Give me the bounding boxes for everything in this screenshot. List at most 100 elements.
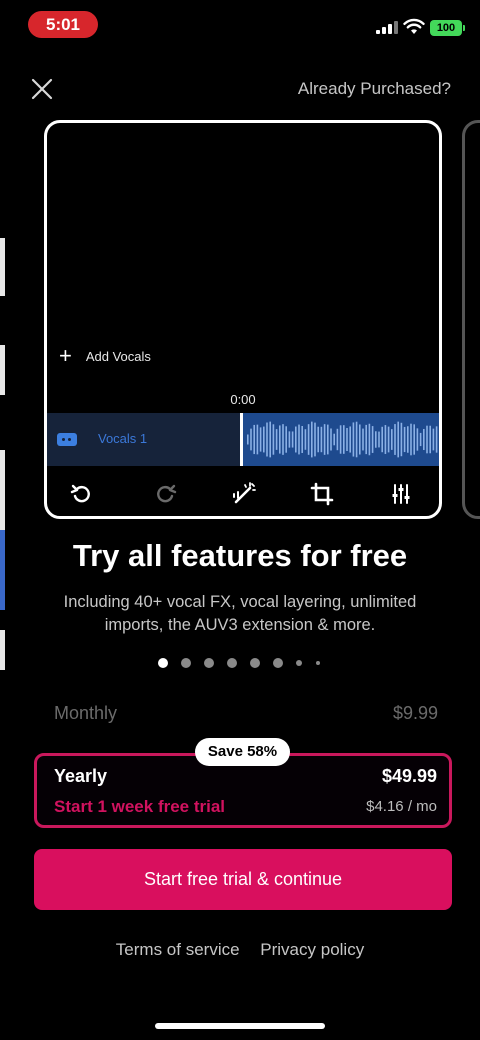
waveform-bar: [410, 423, 412, 456]
page-dot[interactable]: [158, 658, 168, 668]
next-preview-card[interactable]: [462, 120, 480, 519]
start-trial-button[interactable]: Start free trial & continue: [34, 849, 452, 910]
redo-icon[interactable]: [152, 481, 178, 507]
waveform-bar: [381, 426, 383, 453]
plus-icon: +: [59, 343, 72, 368]
waveform-bar: [317, 426, 319, 453]
add-vocals-label: Add Vocals: [85, 348, 151, 364]
status-bar: 5:01 100: [0, 0, 480, 50]
waveform-bar: [247, 434, 249, 445]
waveform-bar: [314, 422, 316, 457]
edit-toolbar: [47, 481, 439, 511]
waveform-bar: [400, 422, 403, 457]
background-sheet-edge: [0, 630, 5, 670]
page-dot[interactable]: [316, 661, 320, 665]
mixer-sliders-icon[interactable]: [390, 481, 416, 507]
waveform-bar: [403, 426, 406, 453]
already-purchased-link[interactable]: Already Purchased?: [298, 79, 451, 99]
waveform-bar: [320, 426, 323, 453]
plan-monthly-option[interactable]: Monthly $9.99: [34, 696, 452, 732]
feature-preview-card[interactable]: + Add Vocals 0:00 Vocals 1: [44, 120, 442, 519]
waveform-bar: [256, 424, 259, 455]
waveform-bar: [288, 431, 291, 448]
waveform-bar: [413, 424, 415, 455]
page-dot[interactable]: [250, 658, 260, 668]
waveform-bar: [323, 424, 326, 455]
waveform-bar: [339, 425, 342, 454]
waveform-bar: [253, 424, 255, 455]
waveform-bar: [291, 431, 294, 448]
waveform-bar: [330, 428, 332, 451]
waveform-bar: [250, 428, 252, 451]
headline: Try all features for free: [72, 538, 408, 573]
playhead[interactable]: [240, 413, 243, 466]
waveform-bar: [397, 421, 399, 458]
track-label: Vocals 1: [98, 431, 148, 446]
wifi-icon: [403, 18, 425, 34]
waveform-bar: [295, 426, 297, 453]
page-dot[interactable]: [296, 660, 302, 666]
add-vocals-button[interactable]: + Add Vocals: [59, 345, 151, 367]
subheadline: Including 40+ vocal FX, vocal layering, …: [63, 593, 417, 634]
crop-icon[interactable]: [309, 481, 335, 507]
waveform-bar: [333, 433, 335, 446]
waveform-bar: [371, 426, 374, 453]
waveform-bar: [426, 425, 428, 454]
waveform-bar: [368, 423, 371, 456]
page-dot[interactable]: [181, 658, 191, 668]
waveform-bar: [391, 429, 393, 450]
plan-price: $9.99: [392, 703, 438, 723]
waveform-bar: [384, 425, 387, 454]
home-indicator[interactable]: [155, 1023, 325, 1029]
waveform-bar: [301, 426, 303, 453]
plan-name: Monthly: [54, 703, 118, 723]
terms-link[interactable]: Terms of service: [116, 940, 240, 959]
save-badge: Save 58%: [195, 738, 290, 766]
waveform-bar: [311, 421, 313, 458]
waveform-bar: [432, 428, 435, 451]
waveform-bar: [416, 428, 419, 451]
waveform-bar: [423, 428, 425, 451]
battery-indicator: 100: [430, 20, 465, 36]
page-dot[interactable]: [227, 658, 237, 668]
plan-name: Yearly: [54, 766, 108, 786]
waveform-bar: [307, 424, 310, 455]
waveform-bar: [266, 422, 268, 457]
waveform-bar: [375, 431, 377, 448]
undo-icon[interactable]: [69, 481, 95, 507]
page-indicator: [158, 657, 333, 669]
waveform: [247, 421, 441, 458]
waveform-bar: [275, 429, 278, 450]
footer-links: Terms of service Privacy policy: [0, 940, 480, 960]
waveform-bar: [263, 426, 265, 453]
waveform-bar: [429, 425, 431, 454]
waveform-bar: [304, 429, 307, 450]
magic-wand-icon[interactable]: [231, 481, 257, 507]
close-icon[interactable]: [30, 77, 54, 101]
plan-price: $49.99: [381, 766, 437, 786]
waveform-bar: [343, 425, 345, 454]
waveform-bar: [269, 421, 271, 458]
trial-label: Start 1 week free trial: [54, 797, 226, 816]
background-sheet-edge: [0, 450, 5, 530]
waveform-bar: [407, 426, 409, 453]
waveform-bar: [378, 431, 380, 448]
waveform-bar: [439, 422, 441, 456]
playhead-timecode: 0:00: [230, 392, 256, 407]
waveform-bar: [298, 424, 300, 455]
waveform-bar: [352, 422, 355, 457]
waveform-bar: [346, 427, 348, 452]
waveform-bar: [336, 428, 339, 451]
cassette-icon: [57, 433, 77, 446]
waveform-bar: [279, 425, 281, 454]
waveform-bar: [355, 421, 358, 458]
page-dot[interactable]: [204, 658, 214, 668]
waveform-bar: [259, 427, 262, 452]
vocal-track[interactable]: Vocals 1: [47, 413, 439, 466]
privacy-link[interactable]: Privacy policy: [260, 940, 364, 959]
waveform-bar: [419, 432, 422, 447]
waveform-bar: [365, 424, 367, 455]
waveform-bar: [327, 424, 329, 455]
waveform-bar: [394, 424, 396, 455]
page-dot[interactable]: [273, 658, 283, 668]
